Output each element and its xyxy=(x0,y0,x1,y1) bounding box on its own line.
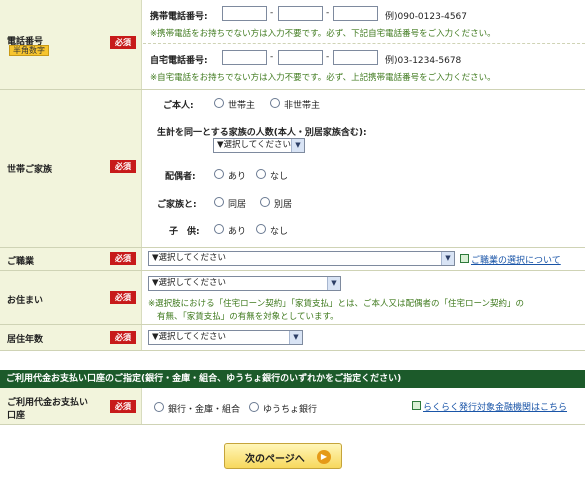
phone-label-cell: 電話番号 半角数字 必須 xyxy=(0,0,142,89)
years-label-cell: 居住年数 必須 xyxy=(0,325,142,350)
option-bank: 銀行・金庫・組合 xyxy=(168,405,241,415)
required-badge: 必須 xyxy=(110,400,136,413)
dash: - xyxy=(270,52,274,62)
occupation-row: ご職業 必須 ▼選択してください ▼ ご職業の選択について xyxy=(0,248,585,270)
chevron-down-icon: ▼ xyxy=(327,277,340,290)
required-badge: 必須 xyxy=(110,252,136,265)
phone-row: 電話番号 半角数字 必須 携帯電話番号: - - 例)090-0123-4567… xyxy=(0,0,585,89)
mobile-phone-note: ※携帯電話をお持ちでない方は入力不要です。必ず、下記自宅電話番号をご入力ください… xyxy=(150,29,496,39)
residence-note-line-1: ※選択肢における「住宅ローン契約」「家賃支払」とは、ご本人又は配偶者の「住宅ロー… xyxy=(148,299,525,309)
account-label-cell: ご利用代金お支払い 口座 必須 xyxy=(0,388,142,424)
radio-children-no[interactable] xyxy=(256,224,266,234)
home-phone-field-3[interactable] xyxy=(333,50,378,65)
mobile-phone-label: 携帯電話番号: xyxy=(150,12,208,22)
family-count-select-value: ▼選択してください xyxy=(217,140,292,150)
occupation-label: ご職業 xyxy=(7,257,35,267)
radio-spouse-yes[interactable] xyxy=(214,169,224,179)
radio-head-of-household[interactable] xyxy=(214,98,224,108)
residence-select[interactable]: ▼選択してください ▼ xyxy=(148,276,341,291)
help-icon xyxy=(460,254,469,263)
chevron-down-icon: ▼ xyxy=(291,139,304,152)
account-label-line-1: ご利用代金お支払い xyxy=(7,398,89,408)
home-phone-label: 自宅電話番号: xyxy=(150,56,208,66)
occupation-select[interactable]: ▼選択してください ▼ xyxy=(148,251,455,266)
option-living-apart: 別居 xyxy=(274,200,293,210)
radio-living-together[interactable] xyxy=(214,197,224,207)
eligible-banks-link[interactable]: らくらく発行対象金融機関はこちら xyxy=(423,400,567,413)
required-badge: 必須 xyxy=(110,331,136,344)
required-badge: 必須 xyxy=(110,291,136,304)
residence-note-line-2: 有無、「家賃支払」の有無を対象としています。 xyxy=(157,312,339,322)
years-select[interactable]: ▼選択してください ▼ xyxy=(148,330,303,345)
next-page-button[interactable]: 次のページへ ▶ xyxy=(224,443,342,469)
required-badge: 必須 xyxy=(110,160,136,173)
divider xyxy=(0,350,585,351)
radio-bank[interactable] xyxy=(154,402,164,412)
required-badge: 必須 xyxy=(110,36,136,49)
home-phone-example: 例)03-1234-5678 xyxy=(385,56,462,66)
option-spouse-yes: あり xyxy=(228,172,247,182)
occupation-select-value: ▼選択してください xyxy=(152,253,227,263)
account-label-line-2: 口座 xyxy=(7,411,26,421)
home-phone-field-1[interactable] xyxy=(222,50,267,65)
years-row: 居住年数 必須 ▼選択してください ▼ xyxy=(0,325,585,350)
mobile-phone-field-2[interactable] xyxy=(278,6,323,21)
chevron-down-icon: ▼ xyxy=(441,252,454,265)
years-label: 居住年数 xyxy=(7,335,44,345)
option-children-yes: あり xyxy=(228,227,247,237)
option-spouse-no: なし xyxy=(270,172,289,182)
chevron-down-icon: ▼ xyxy=(289,331,302,344)
radio-children-yes[interactable] xyxy=(214,224,224,234)
option-children-no: なし xyxy=(270,227,289,237)
radio-non-head-of-household[interactable] xyxy=(270,98,280,108)
household-row: 世帯ご家族 必須 ご本人: 世帯主 非世帯主 生計を同一とする家族の人数(本人・… xyxy=(0,90,585,247)
children-label: 子 供: xyxy=(169,227,200,237)
option-yucho-bank: ゆうちょ銀行 xyxy=(263,405,318,415)
half-width-badge: 半角数字 xyxy=(9,45,49,56)
family-living-label: ご家族と: xyxy=(157,200,197,210)
radio-spouse-no[interactable] xyxy=(256,169,266,179)
occupation-label-cell: ご職業 必須 xyxy=(0,248,142,270)
spouse-label: 配偶者: xyxy=(165,172,196,182)
home-phone-field-2[interactable] xyxy=(278,50,323,65)
divider xyxy=(0,424,585,425)
account-row: ご利用代金お支払い 口座 必須 銀行・金庫・組合 ゆうちょ銀行 らくらく発行対象… xyxy=(0,388,585,424)
link-icon xyxy=(412,401,421,410)
option-non-head-of-household: 非世帯主 xyxy=(284,101,321,111)
residence-row: お住まい 必須 ▼選択してください ▼ ※選択肢における「住宅ローン契約」「家賃… xyxy=(0,271,585,324)
mobile-phone-field-3[interactable] xyxy=(333,6,378,21)
next-page-button-label: 次のページへ xyxy=(245,454,305,465)
mobile-phone-field-1[interactable] xyxy=(222,6,267,21)
radio-living-apart[interactable] xyxy=(260,197,270,207)
dash: - xyxy=(270,8,274,18)
family-count-label: 生計を同一とする家族の人数(本人・別居家族含む): xyxy=(157,128,367,138)
divider xyxy=(143,43,585,44)
residence-select-value: ▼選択してください xyxy=(152,278,227,288)
arrow-right-icon: ▶ xyxy=(317,450,331,464)
account-section-header: ご利用代金お支払い口座のご指定(銀行・金庫・組合、ゆうちょ銀行のいずれかをご指定… xyxy=(0,370,585,388)
years-select-value: ▼選択してください xyxy=(152,332,227,342)
self-label: ご本人: xyxy=(163,101,194,111)
family-count-select[interactable]: ▼選択してください ▼ xyxy=(213,138,305,153)
dash: - xyxy=(326,52,330,62)
dash: - xyxy=(326,8,330,18)
residence-label-cell: お住まい 必須 xyxy=(0,271,142,324)
occupation-help-link[interactable]: ご職業の選択について xyxy=(471,253,561,266)
household-label-cell: 世帯ご家族 必須 xyxy=(0,90,142,247)
residence-label: お住まい xyxy=(7,296,44,306)
mobile-phone-example: 例)090-0123-4567 xyxy=(385,12,467,22)
option-head-of-household: 世帯主 xyxy=(228,101,256,111)
household-label: 世帯ご家族 xyxy=(7,165,53,175)
radio-yucho-bank[interactable] xyxy=(249,402,259,412)
option-living-together: 同居 xyxy=(228,200,247,210)
home-phone-note: ※自宅電話をお持ちでない方は入力不要です。必ず、上記携帯電話番号をご入力ください… xyxy=(150,73,496,83)
